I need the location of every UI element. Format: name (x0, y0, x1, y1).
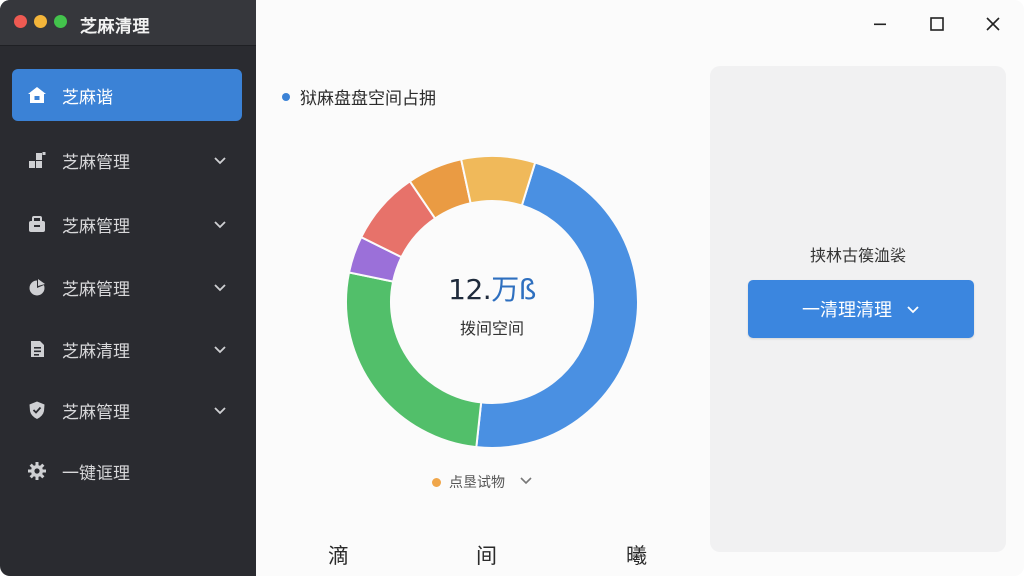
home-icon (26, 84, 48, 106)
disk-usage-donut: 12.万ß 拨间空间 (342, 152, 642, 452)
sidebar-item-manage-3[interactable]: 芝麻管理 (12, 261, 242, 313)
app-window: 芝麻清理 芝麻谐 芝麻管理 芝麻管理 芝麻管理 芝麻清理 芝麻管理 一键诓理 狱… (0, 0, 1024, 576)
shield-icon (26, 399, 48, 421)
sidebar-item-manage-2[interactable]: 芝麻管理 (12, 198, 242, 250)
chevron-down-icon (519, 473, 533, 491)
pie-icon (26, 276, 48, 298)
close-icon (986, 17, 1000, 31)
sidebar-item-clean[interactable]: 芝麻清理 (12, 323, 242, 375)
sidebar-item-manage-1[interactable]: 芝麻管理 (12, 134, 242, 186)
document-icon (26, 338, 48, 360)
minimize-icon (874, 23, 886, 26)
maximize-button[interactable] (925, 12, 949, 36)
donut-unit: 万ß (491, 273, 536, 306)
clean-button[interactable]: 一清理清理 (748, 280, 974, 338)
title-bar: 芝麻清理 (0, 0, 256, 46)
sidebar-item-label: 芝麻清理 (62, 341, 130, 362)
minimize-window-button[interactable] (34, 15, 47, 28)
chevron-down-icon (212, 152, 228, 168)
close-button[interactable] (981, 12, 1005, 36)
action-panel: 挟林古篌洫裟 一清理清理 (710, 66, 1006, 552)
sidebar-item-label: 芝麻管理 (62, 216, 130, 237)
chevron-down-icon (212, 341, 228, 357)
sidebar-item-security[interactable]: 芝麻管理 (12, 384, 242, 436)
donut-center-value: 12.万ß (342, 268, 642, 308)
gear-icon (26, 460, 48, 482)
sidebar-item-one-click[interactable]: 一键诓理 (12, 445, 242, 497)
briefcase-icon (26, 213, 48, 235)
donut-center-label: 拨间空间 (459, 319, 524, 338)
chevron-down-icon (212, 279, 228, 295)
legend-dot (432, 477, 441, 487)
sidebar-item-label: 芝麻管理 (62, 152, 130, 173)
main-content: 狱麻盘盘空间占拥 12.万ß 拨间空间 点垦试物 滴 间 曦 挟林古篌洫裟 一清… (256, 0, 1024, 576)
section-title: 狱麻盘盘空间占拥 (282, 84, 436, 109)
panel-label: 挟林古篌洫裟 (809, 246, 906, 265)
legend-dropdown[interactable]: 点垦试物 (432, 472, 533, 492)
bottom-label-1: 滴 (328, 544, 349, 568)
bottom-label-3: 曦 (626, 544, 647, 568)
donut-value: 12. (448, 273, 492, 306)
title-dot (282, 92, 290, 101)
zoom-window-button[interactable] (54, 15, 67, 28)
sidebar-item-label: 芝麻谐 (62, 87, 113, 108)
clean-button-label: 一清理清理 (802, 300, 892, 321)
sidebar-item-label: 芝麻管理 (62, 402, 130, 423)
bottom-label-2: 间 (476, 544, 497, 568)
chevron-down-icon (906, 302, 920, 316)
donut-segment-5 (459, 155, 537, 207)
section-title-text: 狱麻盘盘空间占拥 (300, 89, 436, 109)
legend-label: 点垦试物 (449, 475, 505, 491)
sidebar-item-label: 一键诓理 (62, 463, 130, 484)
sidebar: 芝麻清理 芝麻谐 芝麻管理 芝麻管理 芝麻管理 芝麻清理 芝麻管理 一键诓理 (0, 0, 256, 576)
blocks-icon (26, 149, 48, 171)
close-window-button[interactable] (14, 15, 27, 28)
chevron-down-icon (212, 216, 228, 232)
app-title: 芝麻清理 (80, 17, 150, 37)
sidebar-item-label: 芝麻管理 (62, 279, 130, 300)
maximize-icon (930, 17, 944, 31)
chevron-down-icon (212, 402, 228, 418)
minimize-button[interactable] (868, 12, 892, 36)
sidebar-item-home[interactable]: 芝麻谐 (12, 69, 242, 121)
